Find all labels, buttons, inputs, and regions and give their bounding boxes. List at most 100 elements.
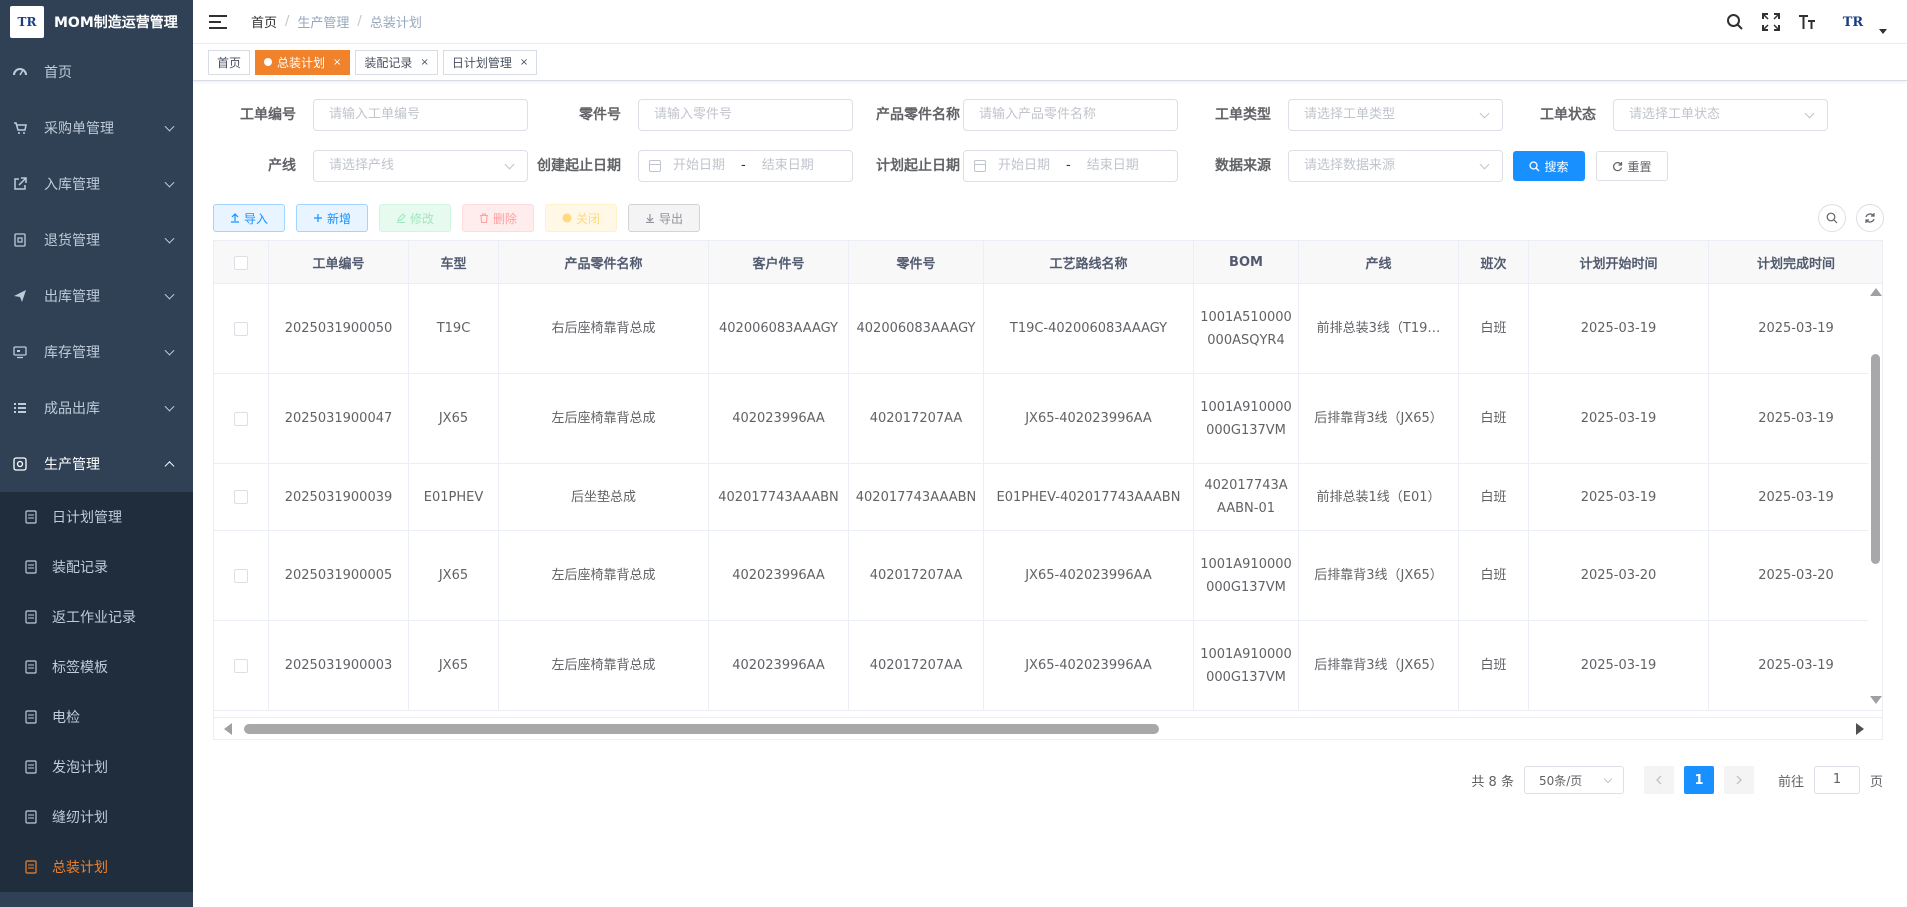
tab-home[interactable]: 首页 xyxy=(208,49,251,75)
create-date-range[interactable]: 开始日期 - 结束日期 xyxy=(638,150,853,182)
table-cell: 2025031900050 xyxy=(269,284,409,373)
table-cell: 402017743AAABN xyxy=(709,464,849,530)
column-header[interactable]: 班次 xyxy=(1459,241,1529,284)
submenu-item-electrical-test[interactable]: 电检 xyxy=(0,692,193,742)
scroll-left-arrow-icon[interactable] xyxy=(224,723,232,735)
table-row[interactable]: 2025031900005 JX65 左后座椅靠背总成 402023996AA … xyxy=(214,531,1882,621)
submenu-item-label-template[interactable]: 标签模板 xyxy=(0,642,193,692)
toggle-search-button[interactable] xyxy=(1818,204,1846,232)
column-header[interactable]: 产线 xyxy=(1299,241,1459,284)
plan-date-range[interactable]: 开始日期 - 结束日期 xyxy=(963,150,1178,182)
caret-down-icon[interactable] xyxy=(1879,28,1887,34)
breadcrumb-home[interactable]: 首页 xyxy=(251,12,277,31)
sidebar-item-returns[interactable]: 退货管理 xyxy=(0,212,193,268)
column-header[interactable]: BOM xyxy=(1194,241,1299,284)
row-checkbox[interactable] xyxy=(234,321,248,336)
row-select-cell xyxy=(214,464,269,530)
sidebar-item-outbound[interactable]: 出库管理 xyxy=(0,268,193,324)
page-size-select[interactable]: 50条/页 xyxy=(1523,766,1624,794)
import-button[interactable]: 导入 xyxy=(213,204,285,232)
user-avatar[interactable]: TR xyxy=(1833,8,1873,36)
row-checkbox[interactable] xyxy=(234,568,248,583)
reset-button[interactable]: 重置 xyxy=(1596,151,1668,181)
breadcrumb-separator: / xyxy=(357,14,362,29)
font-size-icon[interactable] xyxy=(1797,12,1817,32)
scroll-down-arrow-icon[interactable] xyxy=(1870,696,1882,704)
goto-page-input[interactable]: 1 xyxy=(1813,766,1860,794)
column-header[interactable]: 工艺路线名称 xyxy=(984,241,1194,284)
search-button[interactable]: 搜索 xyxy=(1513,151,1585,181)
close-icon[interactable]: × xyxy=(420,57,428,68)
line-select[interactable]: 请选择产线 xyxy=(313,150,528,182)
order-type-select[interactable]: 请选择工单类型 xyxy=(1288,99,1503,131)
fullscreen-icon[interactable] xyxy=(1761,12,1781,32)
next-page-button[interactable] xyxy=(1723,766,1754,794)
collapse-menu-icon[interactable] xyxy=(209,14,227,29)
prev-page-button[interactable] xyxy=(1643,766,1674,794)
refresh-table-button[interactable] xyxy=(1856,204,1884,232)
select-all-checkbox[interactable] xyxy=(234,255,248,270)
sidebar-item-label: 出库管理 xyxy=(44,289,100,305)
column-header[interactable]: 工单编号 xyxy=(269,241,409,284)
sidebar-item-inbound[interactable]: 入库管理 xyxy=(0,156,193,212)
vertical-scroll-thumb[interactable] xyxy=(1871,354,1880,564)
close-icon[interactable]: × xyxy=(520,57,528,68)
table-row[interactable]: 2025031900039 E01PHEV 后坐垫总成 402017743AAA… xyxy=(214,464,1882,531)
column-header[interactable]: 客户件号 xyxy=(709,241,849,284)
column-header[interactable]: 产品零件名称 xyxy=(499,241,709,284)
tab-assembly-record[interactable]: 装配记录 × xyxy=(355,49,438,75)
submenu-item-foaming-plan[interactable]: 发泡计划 xyxy=(0,742,193,792)
edit-button[interactable]: 修改 xyxy=(379,204,451,232)
row-checkbox[interactable] xyxy=(234,411,248,426)
create-date-start[interactable]: 开始日期 xyxy=(673,151,725,181)
tab-daily-plan[interactable]: 日计划管理 × xyxy=(442,49,538,75)
column-header[interactable]: 零件号 xyxy=(849,241,984,284)
table-row[interactable]: 2025031900003 JX65 左后座椅靠背总成 402023996AA … xyxy=(214,621,1882,711)
tab-final-assembly-plan[interactable]: 总装计划 × xyxy=(255,49,351,75)
table-row[interactable]: 2025031900047 JX65 左后座椅靠背总成 402023996AA … xyxy=(214,374,1882,464)
page-number-current[interactable]: 1 xyxy=(1683,766,1714,794)
column-header[interactable]: 计划完成时间 xyxy=(1709,241,1882,284)
table-row[interactable]: 2025031900050 T19C 右后座椅靠背总成 402006083AAA… xyxy=(214,284,1882,374)
submenu-item-rework-record[interactable]: 返工作业记录 xyxy=(0,592,193,642)
column-header[interactable]: 计划开始时间 xyxy=(1529,241,1709,284)
plan-date-start[interactable]: 开始日期 xyxy=(998,151,1050,181)
brand[interactable]: TR MOM制造运营管理 xyxy=(0,0,193,44)
sidebar-item-finished-goods[interactable]: 成品出库 xyxy=(0,380,193,436)
scroll-right-arrow-icon[interactable] xyxy=(1856,723,1864,735)
sidebar-item-purchase[interactable]: 采购单管理 xyxy=(0,100,193,156)
order-status-select[interactable]: 请选择工单状态 xyxy=(1613,99,1828,131)
part-name-input[interactable]: 请输入产品零件名称 xyxy=(963,99,1178,131)
horizontal-scroll-thumb[interactable] xyxy=(244,724,1159,734)
add-button[interactable]: 新增 xyxy=(296,204,368,232)
sidebar-item-production[interactable]: 生产管理 xyxy=(0,436,193,492)
sidebar-item-home[interactable]: 首页 xyxy=(0,44,193,100)
submenu-item-sewing-plan[interactable]: 缝纫计划 xyxy=(0,792,193,842)
row-checkbox[interactable] xyxy=(234,658,248,673)
plus-icon xyxy=(313,214,322,222)
submenu-item-daily-plan[interactable]: 日计划管理 xyxy=(0,492,193,542)
delete-button[interactable]: 删除 xyxy=(462,204,534,232)
submenu-item-assembly-record[interactable]: 装配记录 xyxy=(0,542,193,592)
export-button[interactable]: 导出 xyxy=(628,204,700,232)
chevron-down-icon xyxy=(164,345,175,356)
column-header[interactable]: 车型 xyxy=(409,241,499,284)
close-icon[interactable]: × xyxy=(333,57,341,68)
close-order-button[interactable]: 关闭 xyxy=(545,204,617,232)
row-checkbox[interactable] xyxy=(234,490,248,504)
sidebar-item-inventory[interactable]: 库存管理 xyxy=(0,324,193,380)
plan-date-end[interactable]: 结束日期 xyxy=(1087,151,1139,181)
scroll-up-arrow-icon[interactable] xyxy=(1870,288,1882,296)
horizontal-scrollbar[interactable] xyxy=(214,717,1882,739)
vertical-scrollbar[interactable] xyxy=(1868,284,1882,704)
work-order-input[interactable]: 请输入工单编号 xyxy=(313,99,528,131)
create-date-end[interactable]: 结束日期 xyxy=(762,151,814,181)
table-cell: 402017743AAABN-01 xyxy=(1194,464,1299,530)
chevron-down-icon xyxy=(164,401,175,412)
table-cell: 2025031900003 xyxy=(269,621,409,710)
part-no-input[interactable]: 请输入零件号 xyxy=(638,99,853,131)
submenu-item-final-assembly-plan[interactable]: 总装计划 xyxy=(0,842,193,892)
data-source-select[interactable]: 请选择数据来源 xyxy=(1288,150,1503,182)
sidebar: TR MOM制造运营管理 首页 采购单管理 入库管理 退货管理 出库管理 库存管… xyxy=(0,0,193,907)
search-icon[interactable] xyxy=(1725,12,1745,32)
